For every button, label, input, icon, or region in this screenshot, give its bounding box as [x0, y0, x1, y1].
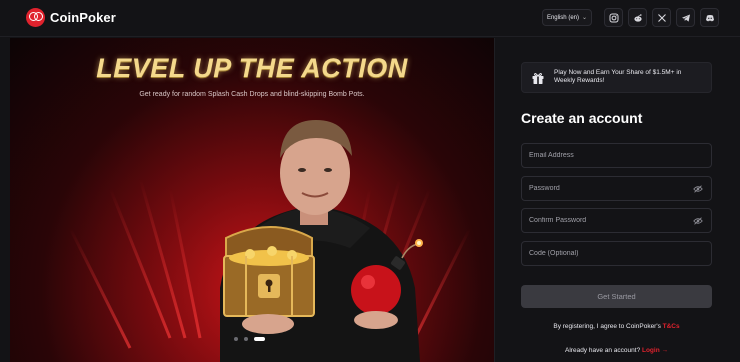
get-started-button[interactable]: Get Started [521, 285, 712, 308]
discord-icon[interactable] [700, 8, 719, 27]
top-header: CoinPoker English (en) ⌄ [0, 0, 740, 37]
confirm-password-input[interactable] [529, 209, 689, 232]
rewards-promo-banner: Play Now and Earn Your Share of $1.5M+ i… [521, 62, 712, 93]
login-text: Already have an account? [565, 347, 642, 354]
reddit-icon[interactable] [628, 8, 647, 27]
coinpoker-logo-icon [26, 8, 45, 27]
login-prompt: Already have an account? Login → [521, 347, 712, 354]
hero-player-image [220, 120, 423, 362]
password-field[interactable] [521, 176, 712, 201]
signup-panel: Play Now and Earn Your Share of $1.5M+ i… [494, 38, 740, 362]
brand-logo[interactable]: CoinPoker [26, 8, 116, 27]
hero-banner: LEVEL UP THE ACTION Get ready for random… [10, 38, 494, 362]
email-input[interactable] [529, 144, 689, 167]
language-selector[interactable]: English (en) ⌄ [542, 9, 592, 26]
brand-name: CoinPoker [50, 10, 116, 25]
eye-off-icon[interactable] [693, 217, 703, 225]
instagram-icon[interactable] [604, 8, 623, 27]
page-title: Create an account [521, 110, 643, 126]
carousel-dot-active[interactable] [254, 337, 265, 341]
terms-link[interactable]: T&Cs [663, 323, 680, 330]
carousel-dot[interactable] [244, 337, 248, 341]
terms-text: By registering, I agree to CoinPoker's [553, 323, 663, 330]
language-label: English (en) [546, 14, 579, 21]
email-field[interactable] [521, 143, 712, 168]
x-icon[interactable] [652, 8, 671, 27]
gift-icon [532, 73, 544, 84]
carousel-dot[interactable] [234, 337, 238, 341]
referral-code-input[interactable] [529, 242, 689, 265]
referral-code-field[interactable] [521, 241, 712, 266]
chevron-down-icon: ⌄ [581, 15, 588, 21]
promo-text: Play Now and Earn Your Share of $1.5M+ i… [554, 69, 682, 84]
eye-off-icon[interactable] [693, 185, 703, 193]
telegram-icon[interactable] [676, 8, 695, 27]
password-input[interactable] [529, 177, 689, 200]
treasure-chest-graphic [223, 226, 315, 317]
carousel-indicator [234, 337, 265, 341]
login-link[interactable]: Login → [642, 347, 668, 354]
terms-notice: By registering, I agree to CoinPoker's T… [521, 323, 712, 330]
confirm-password-field[interactable] [521, 208, 712, 233]
